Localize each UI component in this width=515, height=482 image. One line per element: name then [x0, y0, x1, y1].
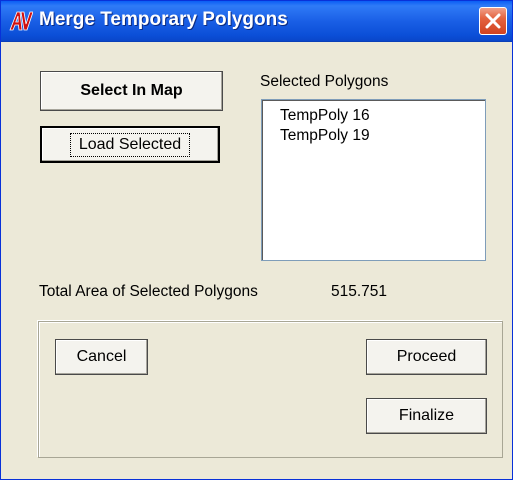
title-bar[interactable]: Merge Temporary Polygons: [1, 1, 512, 42]
select-in-map-label: Select In Map: [80, 82, 183, 99]
cancel-label: Cancel: [76, 348, 127, 365]
list-item[interactable]: TempPoly 19: [280, 126, 485, 146]
merge-polygons-dialog: Merge Temporary Polygons Select In Map L…: [0, 0, 513, 480]
selected-polygons-list[interactable]: TempPoly 16 TempPoly 19: [261, 99, 486, 261]
selected-polygons-label: Selected Polygons: [260, 73, 389, 90]
av-app-icon: [9, 10, 34, 32]
finalize-button[interactable]: Finalize: [366, 398, 487, 434]
close-button[interactable]: [479, 7, 507, 35]
load-selected-button[interactable]: Load Selected: [40, 126, 220, 163]
finalize-label: Finalize: [398, 407, 455, 424]
window-title: Merge Temporary Polygons: [39, 9, 288, 30]
proceed-label: Proceed: [396, 348, 457, 365]
close-icon: [485, 13, 501, 29]
cancel-button[interactable]: Cancel: [55, 339, 148, 375]
total-area-value: 515.751: [331, 283, 388, 300]
load-selected-label: Load Selected: [69, 132, 191, 157]
select-in-map-button[interactable]: Select In Map: [40, 71, 223, 111]
total-area-label: Total Area of Selected Polygons: [39, 283, 258, 300]
proceed-button[interactable]: Proceed: [366, 339, 487, 375]
list-item[interactable]: TempPoly 16: [280, 106, 485, 126]
